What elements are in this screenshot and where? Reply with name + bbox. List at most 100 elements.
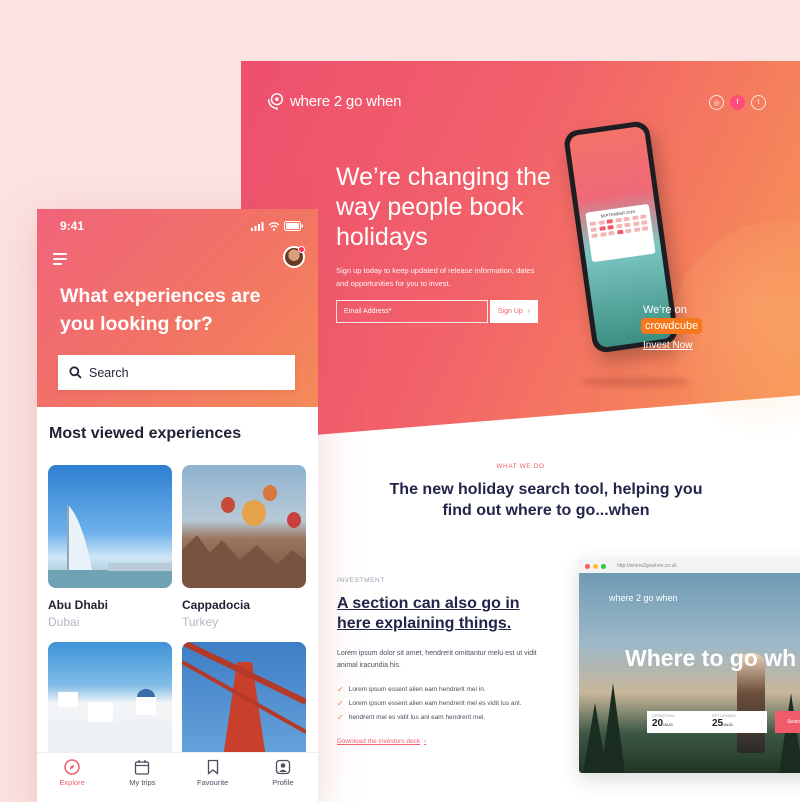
hero-subtitle: Sign up today to keep updated of release…: [336, 266, 535, 288]
calendar-day: [590, 227, 597, 233]
avatar[interactable]: [283, 246, 305, 268]
brand-logo[interactable]: where 2 go when: [267, 91, 401, 111]
tab-label: My trips: [129, 778, 156, 787]
browser-url: http://where2gowhen.co.uk: [617, 563, 677, 569]
compass-icon: [64, 759, 80, 775]
mobile-app-screen: 9:41 What experiences are you looking fo…: [37, 209, 318, 802]
download-deck-link[interactable]: Download the investors deck ›: [337, 738, 426, 745]
browser-mockup: http://where2gowhen.co.uk where 2 go whe…: [579, 559, 800, 773]
invest-now-link[interactable]: Invest Now: [643, 340, 692, 351]
calendar-day: [624, 222, 631, 228]
wifi-icon: [268, 221, 280, 231]
calendar-day: [615, 217, 622, 223]
crowdcube-intro: We’re on: [643, 304, 687, 316]
experience-card[interactable]: Abu Dhabi Dubai: [48, 465, 172, 629]
calendar-day: [632, 215, 639, 221]
what-we-do-kicker: WHAT WE DO: [496, 463, 545, 470]
tab-favourite[interactable]: Favourite: [178, 753, 248, 802]
returning-month: /AUG: [723, 722, 733, 727]
profile-icon: [275, 759, 291, 775]
checklist-item: ✓ hendrerit mel es vidit lus anl eam hend…: [337, 710, 521, 724]
checklist-text: Lorem ipsum essent alien eam hendrerit m…: [348, 685, 486, 693]
check-icon: ✓: [337, 712, 344, 722]
brand-name: where 2 go when: [290, 92, 402, 110]
investment-kicker: INVESTMENT: [337, 577, 385, 584]
phone-shadow: [581, 377, 691, 387]
returning-field[interactable]: RETURNING 25/AUG: [707, 711, 767, 733]
hamburger-menu-icon[interactable]: [53, 253, 67, 268]
what-we-do-title: The new holiday search tool, helping you…: [389, 481, 703, 519]
checklist-text: hendrerit mel es vidit lus anl eam hendr…: [348, 713, 486, 721]
hero-title: We’re changing the way people book holid…: [336, 163, 551, 251]
calendar-day: [598, 226, 606, 231]
status-icons: [251, 221, 304, 231]
tab-label: Favourite: [196, 778, 229, 787]
card-image: [48, 642, 172, 765]
desktop-landing-page: where 2 go when ◎ f t We’re changing the…: [241, 61, 800, 802]
card-image: [182, 465, 306, 588]
close-dot-icon: [585, 563, 590, 569]
investment-body: Lorem ipsum dolor sit amet, hendrerit om…: [337, 650, 537, 669]
card-image: [182, 642, 306, 765]
calendar-day: [598, 220, 605, 225]
phone-calendar: SEPTEMBER 2019: [585, 203, 656, 263]
golden-gate-illustration: [182, 642, 306, 765]
calendar-day: [607, 224, 614, 230]
returning-day: 25: [712, 718, 724, 729]
tab-my-trips[interactable]: My trips: [107, 753, 177, 802]
tree-shape: [601, 683, 625, 773]
calendar-day: [641, 220, 648, 225]
calendar-icon: [135, 760, 150, 775]
calendar-day: [632, 221, 640, 227]
calendar-day: [606, 219, 614, 224]
email-field[interactable]: Email Address*: [336, 300, 488, 323]
experience-card[interactable]: Cappadocia Turkey: [182, 465, 306, 629]
browser-search-button[interactable]: Search: [775, 711, 800, 733]
signup-button[interactable]: Sign Up ›: [490, 300, 538, 323]
calendar-day: [625, 228, 632, 234]
calendar-day: [599, 232, 607, 237]
calendar-day: [642, 226, 649, 231]
tab-label: Explore: [59, 778, 85, 787]
notification-dot: [298, 246, 305, 253]
checklist-text: Lorem ipsum essent alien eam hendrerit m…: [348, 699, 522, 707]
calendar-day: [633, 227, 641, 233]
investment-title[interactable]: A section can also go in here explaining…: [337, 594, 547, 634]
card-subtitle: Dubai: [48, 615, 80, 629]
location-pin-icon: [268, 93, 284, 110]
tab-profile[interactable]: Profile: [248, 753, 318, 802]
tab-explore[interactable]: Explore: [37, 753, 107, 802]
twitter-icon[interactable]: t: [751, 95, 766, 110]
date-search-form: DEPARTING 20/AUG RETURNING 25/AUG: [647, 711, 767, 733]
card-subtitle: Turkey: [182, 615, 219, 629]
search-placeholder: Search: [89, 365, 129, 380]
battery-icon: [284, 221, 303, 231]
status-bar: 9:41: [60, 219, 304, 233]
chevron-right-icon: ›: [424, 738, 427, 745]
feature-checklist: ✓ Lorem ipsum essent alien eam hendrerit …: [337, 682, 521, 724]
bookmark-icon: [207, 759, 218, 775]
calendar-day: [591, 233, 598, 239]
facebook-icon[interactable]: f: [730, 95, 745, 110]
mobile-header: 9:41 What experiences are you looking fo…: [37, 209, 318, 407]
maximize-dot-icon: [601, 563, 606, 569]
calendar-day: [640, 214, 648, 220]
departing-field[interactable]: DEPARTING 20/AUG: [647, 711, 707, 733]
signal-icon: [251, 221, 264, 231]
calendar-day: [616, 229, 624, 235]
search-input[interactable]: Search: [58, 355, 295, 390]
search-icon: [69, 366, 82, 379]
check-icon: ✓: [337, 698, 344, 708]
instagram-icon[interactable]: ◎: [709, 95, 724, 110]
calendar-day: [589, 221, 597, 227]
card-image: [48, 465, 172, 588]
burj-al-arab-illustration: [48, 505, 172, 588]
browser-hero-image: where 2 go when Where to go wh DEPARTING…: [579, 573, 800, 773]
calendar-day: [623, 216, 631, 222]
crowdcube-badge: crowdcube: [641, 318, 703, 334]
browser-headline: Where to go wh: [625, 645, 797, 671]
santorini-illustration: [48, 689, 172, 765]
browser-toolbar: http://where2gowhen.co.uk: [579, 559, 800, 573]
browser-brand: where 2 go when: [609, 593, 678, 603]
departing-day: 20: [652, 718, 664, 729]
